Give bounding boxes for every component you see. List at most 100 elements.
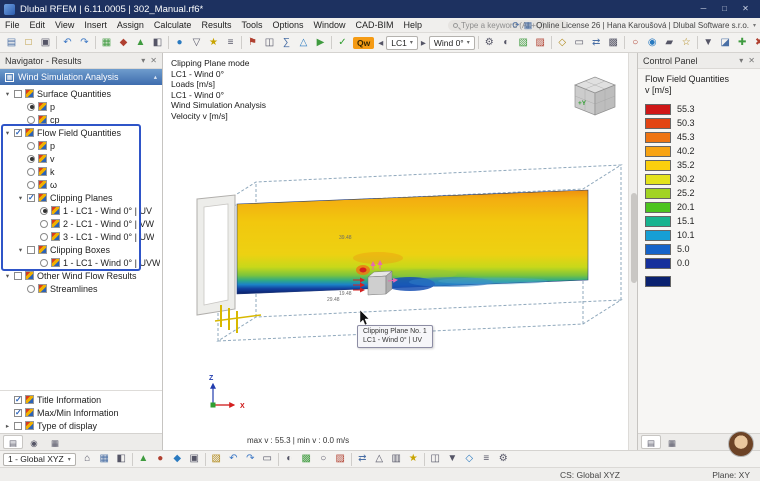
- viewport-scrollbar[interactable]: [628, 53, 637, 450]
- diamond-icon[interactable]: ◇: [554, 35, 571, 51]
- close-icon[interactable]: ✕: [748, 56, 755, 65]
- box-icon[interactable]: ▣: [186, 451, 203, 467]
- checkbox[interactable]: [27, 194, 35, 202]
- chevron-down-icon[interactable]: ▾: [753, 22, 756, 29]
- frame-icon[interactable]: ▭: [571, 35, 588, 51]
- circle-icon[interactable]: ○: [627, 35, 644, 51]
- tree-item[interactable]: Streamlines: [0, 282, 162, 295]
- checkbox[interactable]: [27, 246, 35, 254]
- add-icon[interactable]: ✚: [734, 35, 751, 51]
- solid-icon[interactable]: ●: [171, 35, 188, 51]
- run-icon[interactable]: ▶: [312, 35, 329, 51]
- sync-icon[interactable]: ⟳: [512, 20, 520, 31]
- checkbox[interactable]: [14, 272, 22, 280]
- tree-item[interactable]: 1 - LC1 - Wind 0° | UV: [0, 204, 162, 217]
- bar-icon[interactable]: ▰: [661, 35, 678, 51]
- radio-button[interactable]: [40, 207, 48, 215]
- dense-icon[interactable]: ▩: [605, 35, 622, 51]
- tree-item[interactable]: ω: [0, 178, 162, 191]
- checkbox[interactable]: [14, 129, 22, 137]
- open-icon[interactable]: □: [20, 35, 37, 51]
- clipping-plane[interactable]: [237, 190, 588, 294]
- circle-icon[interactable]: ○: [315, 451, 332, 467]
- radio-button[interactable]: [27, 155, 35, 163]
- load-case-selector[interactable]: LC1▾: [386, 36, 418, 50]
- close-button[interactable]: ✕: [735, 0, 756, 18]
- new-icon[interactable]: ▤: [3, 35, 20, 51]
- corner-icon[interactable]: ◪: [717, 35, 734, 51]
- radio-button[interactable]: [27, 116, 35, 124]
- node-icon[interactable]: ◆: [115, 35, 132, 51]
- user-avatar[interactable]: [728, 431, 754, 457]
- undo-icon[interactable]: ↶: [59, 35, 76, 51]
- close-icon[interactable]: ✕: [150, 56, 157, 65]
- tree-item[interactable]: ▾Clipping Planes: [0, 191, 162, 204]
- menu-item-tools[interactable]: Tools: [236, 18, 267, 33]
- hatch2-icon[interactable]: ▨: [332, 451, 349, 467]
- mesh-icon[interactable]: △: [295, 35, 312, 51]
- pin-icon[interactable]: ▾: [141, 56, 145, 65]
- scrollbar-thumb[interactable]: [631, 193, 637, 283]
- expander-icon[interactable]: ▾: [4, 272, 11, 280]
- model-viewport[interactable]: 39.48 19.48 29.48: [163, 53, 628, 450]
- menu-item-results[interactable]: Results: [196, 18, 236, 33]
- tree-item[interactable]: p: [0, 139, 162, 152]
- member-icon[interactable]: ▲: [132, 35, 149, 51]
- checkbox[interactable]: [14, 90, 22, 98]
- navigator-footer-item[interactable]: Max/Min Information: [0, 406, 162, 419]
- expander-icon[interactable]: ▾: [4, 90, 11, 98]
- settings-icon[interactable]: ⚙: [481, 35, 498, 51]
- gem-icon[interactable]: ◇: [461, 451, 478, 467]
- color-scale[interactable]: 55.350.345.340.235.230.225.220.115.110.1…: [645, 102, 753, 288]
- list-icon[interactable]: ≡: [222, 35, 239, 51]
- menu-item-insert[interactable]: Insert: [79, 18, 112, 33]
- menu-item-file[interactable]: File: [0, 18, 25, 33]
- menu-item-edit[interactable]: Edit: [25, 18, 51, 33]
- favorite-icon[interactable]: ★: [205, 35, 222, 51]
- menu-item-options[interactable]: Options: [267, 18, 308, 33]
- pin-icon[interactable]: ▾: [739, 56, 743, 65]
- prev-load-case-button[interactable]: ◀: [376, 39, 385, 47]
- half-icon[interactable]: ◧: [113, 451, 130, 467]
- snap-icon[interactable]: ▲: [135, 451, 152, 467]
- next-load-case-button[interactable]: ▶: [419, 39, 428, 47]
- coordinate-system-selector[interactable]: 1 - Global XYZ ▾: [3, 453, 76, 466]
- menu-item-help[interactable]: Help: [399, 18, 428, 33]
- target-icon[interactable]: ◉: [644, 35, 661, 51]
- navigator-tab-views[interactable]: ▦: [45, 435, 65, 449]
- shade-icon[interactable]: ◐: [281, 451, 298, 467]
- tree-item[interactable]: ▾Flow Field Quantities: [0, 126, 162, 139]
- table-icon[interactable]: ◫: [261, 35, 278, 51]
- radio-button[interactable]: [40, 259, 48, 267]
- menu-item-calculate[interactable]: Calculate: [149, 18, 197, 33]
- contrast-icon[interactable]: ◐: [498, 35, 515, 51]
- settings-icon[interactable]: ⚙: [495, 451, 512, 467]
- menu-item-cad-bim[interactable]: CAD-BIM: [351, 18, 399, 33]
- redo-view-icon[interactable]: ↷: [242, 451, 259, 467]
- tree-item[interactable]: cp: [0, 113, 162, 126]
- wind-direction-selector[interactable]: Wind 0°▾: [429, 36, 475, 50]
- redo-icon[interactable]: ↷: [76, 35, 93, 51]
- expander-icon[interactable]: ▾: [17, 246, 24, 254]
- dense-icon[interactable]: ▩: [298, 451, 315, 467]
- navigator-tab-display[interactable]: ◉: [24, 435, 44, 449]
- checkbox[interactable]: [14, 396, 22, 404]
- swap-icon[interactable]: ⇄: [354, 451, 371, 467]
- expander-icon[interactable]: ▾: [17, 194, 24, 202]
- checkbox[interactable]: [14, 422, 22, 430]
- star-icon[interactable]: ☆: [678, 35, 695, 51]
- menu-item-view[interactable]: View: [50, 18, 79, 33]
- tree-item[interactable]: ▾Other Wind Flow Results: [0, 269, 162, 282]
- menu-item-assign[interactable]: Assign: [112, 18, 149, 33]
- point-icon[interactable]: ●: [152, 451, 169, 467]
- tree-item[interactable]: 1 - LC1 - Wind 0° | UVW: [0, 256, 162, 269]
- radio-button[interactable]: [27, 103, 35, 111]
- surface-icon[interactable]: ◧: [149, 35, 166, 51]
- window-icon[interactable]: ◫: [427, 451, 444, 467]
- radio-button[interactable]: [27, 285, 35, 293]
- home-icon[interactable]: ⌂: [79, 451, 96, 467]
- wind-simulation-analysis-header[interactable]: ▦ Wind Simulation Analysis ▴: [0, 69, 162, 85]
- network-icon[interactable]: ▦: [524, 20, 533, 31]
- show-results-check-icon[interactable]: ✓: [334, 35, 351, 51]
- radio-button[interactable]: [27, 181, 35, 189]
